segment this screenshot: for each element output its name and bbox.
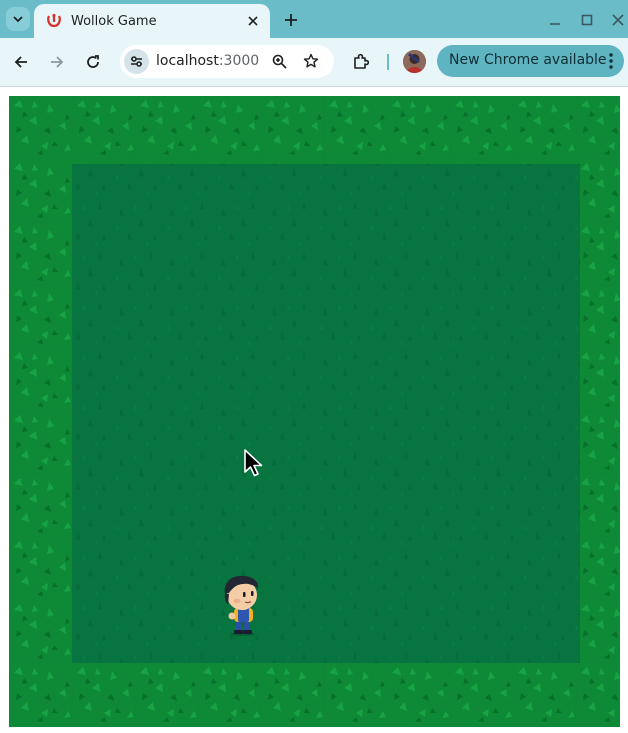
puzzle-icon: [354, 53, 370, 69]
arrow-left-icon: [14, 56, 27, 68]
address-bar[interactable]: localhost:3000: [120, 45, 334, 78]
minimize-button[interactable]: [544, 9, 566, 31]
zoom-icon: [272, 54, 287, 69]
site-info-button[interactable]: [124, 49, 149, 74]
more-vert-icon: [609, 53, 613, 69]
minimize-icon: [550, 23, 560, 25]
url-host: localhost: [156, 53, 219, 69]
game-canvas: [9, 96, 620, 727]
page-viewport: [0, 87, 628, 733]
plus-icon: [285, 14, 297, 26]
chrome-menu-button[interactable]: [604, 50, 618, 72]
chevron-down-icon: [13, 16, 23, 23]
arrow-pointer-icon: [244, 449, 263, 477]
update-label: New Chrome available: [449, 52, 607, 68]
reload-icon: [87, 55, 99, 68]
game-board[interactable]: [9, 96, 620, 727]
tab-active[interactable]: Wollok Game: [34, 4, 270, 38]
extensions-button[interactable]: [348, 49, 374, 75]
zoom-button[interactable]: [268, 50, 290, 72]
back-button[interactable]: [8, 49, 34, 75]
close-window-button[interactable]: [607, 9, 628, 31]
tab-title: Wollok Game: [71, 14, 157, 29]
close-icon: [612, 14, 624, 26]
tab-close-button[interactable]: [244, 12, 262, 30]
forward-button[interactable]: [44, 49, 70, 75]
arrow-right-icon: [51, 56, 64, 68]
profile-picture-icon: [403, 50, 426, 73]
url-text: localhost:3000: [156, 53, 259, 69]
profile-avatar[interactable]: [403, 50, 426, 73]
toolbar-separator: [387, 54, 389, 70]
grass-field: [72, 164, 580, 663]
close-icon: [248, 16, 258, 26]
chrome-update-button[interactable]: New Chrome available: [437, 45, 624, 77]
tune-icon: [131, 56, 142, 67]
maximize-button[interactable]: [576, 9, 598, 31]
new-tab-button[interactable]: [280, 9, 302, 31]
reload-button[interactable]: [80, 49, 106, 75]
tab-search-button[interactable]: [6, 7, 30, 31]
player-character: [224, 575, 259, 636]
wollok-logo-icon: [47, 13, 61, 28]
browser-toolbar: localhost:3000 New Chrome available: [0, 38, 628, 87]
url-port: :3000: [218, 53, 260, 69]
bookmark-button[interactable]: [300, 50, 322, 72]
maximize-icon: [581, 14, 593, 26]
tab-strip: Wollok Game: [0, 0, 628, 38]
star-icon: [303, 53, 319, 68]
